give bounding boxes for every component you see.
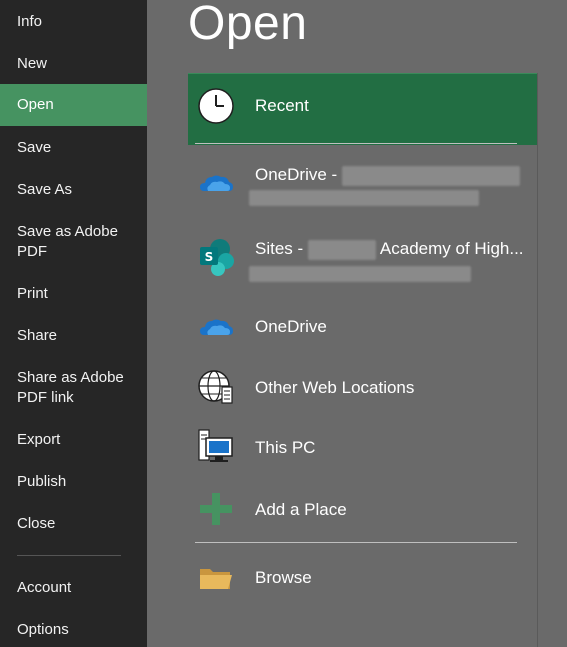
redacted-site-url <box>249 265 471 283</box>
nav-new[interactable]: New <box>0 54 147 74</box>
nav-options[interactable]: Options <box>0 620 147 640</box>
place-label-this-pc: This PC <box>255 438 316 457</box>
places-divider <box>195 542 517 543</box>
redacted-org-name <box>341 165 520 186</box>
place-label-other-web-locations: Other Web Locations <box>255 378 415 397</box>
sidebar-divider <box>17 555 121 556</box>
place-recent[interactable]: Recent <box>188 73 537 145</box>
nav-share-as-adobe-pdf-link[interactable]: Share as Adobe PDF link <box>0 368 135 408</box>
place-label-add-a-place: Add a Place <box>255 500 347 519</box>
place-onedrive-account[interactable]: OneDrive - <box>188 151 537 213</box>
nav-info[interactable]: Info <box>0 12 147 32</box>
computer-icon <box>196 427 236 467</box>
nav-save-as[interactable]: Save As <box>0 180 147 200</box>
sharepoint-icon: S <box>196 237 236 277</box>
nav-account[interactable]: Account <box>0 578 147 598</box>
onedrive-account-prefix: OneDrive - <box>255 165 342 184</box>
place-other-web-locations[interactable]: Other Web Locations <box>188 367 537 409</box>
plus-icon <box>196 489 236 529</box>
place-label-onedrive: OneDrive <box>255 317 327 336</box>
recent-underline <box>195 143 517 144</box>
nav-share[interactable]: Share <box>0 326 147 346</box>
nav-publish[interactable]: Publish <box>0 472 147 492</box>
place-label-sites: Sites - Academy of High... <box>255 239 524 260</box>
onedrive-icon <box>196 163 236 203</box>
nav-open[interactable]: Open <box>0 84 147 126</box>
sites-suffix: Academy of High... <box>379 239 524 258</box>
place-label-recent: Recent <box>255 96 309 115</box>
nav-save[interactable]: Save <box>0 138 147 158</box>
place-browse[interactable]: Browse <box>188 557 537 599</box>
place-label-browse: Browse <box>255 568 312 587</box>
places-list: Recent OneDrive - S Sites - Academy of H… <box>188 73 538 647</box>
nav-export[interactable]: Export <box>0 430 147 450</box>
place-add-a-place[interactable]: Add a Place <box>188 489 537 531</box>
redacted-email <box>249 189 479 207</box>
place-onedrive[interactable]: OneDrive <box>188 307 537 347</box>
backstage-sidebar: Info New Open Save Save As Save as Adobe… <box>0 0 147 647</box>
clock-icon <box>196 86 236 126</box>
onedrive-icon <box>196 307 236 347</box>
nav-close[interactable]: Close <box>0 514 147 534</box>
place-label-onedrive-account: OneDrive - <box>255 165 520 186</box>
page-title: Open <box>188 0 308 50</box>
sites-prefix: Sites - <box>255 239 308 258</box>
svg-text:S: S <box>205 250 214 264</box>
nav-save-as-adobe-pdf[interactable]: Save as Adobe PDF <box>0 222 135 262</box>
folder-icon <box>196 557 236 597</box>
redacted-school-name <box>307 239 376 260</box>
place-sites[interactable]: S Sites - Academy of High... <box>188 223 537 287</box>
main-panel: Open Recent OneDrive - S Sites - Academy… <box>147 0 567 647</box>
globe-icon <box>196 367 236 407</box>
place-this-pc[interactable]: This PC <box>188 427 537 469</box>
nav-print[interactable]: Print <box>0 284 147 304</box>
